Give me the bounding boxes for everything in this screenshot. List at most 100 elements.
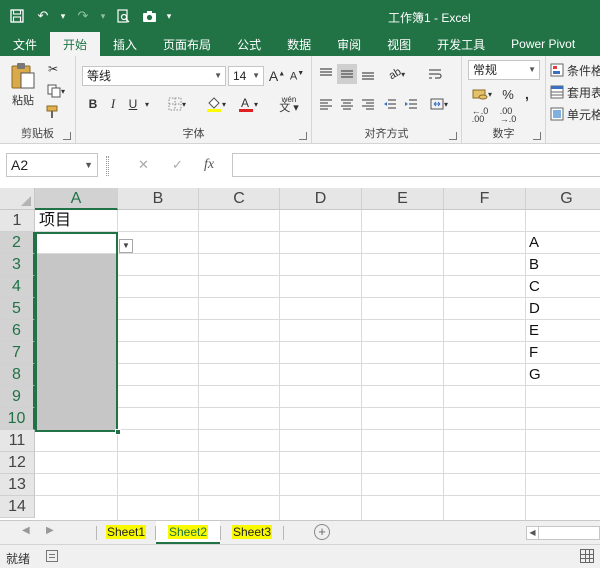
redo-dropdown-icon[interactable]: ▾ bbox=[98, 6, 108, 26]
cell-g5[interactable]: D bbox=[526, 298, 540, 320]
cell-a1[interactable]: 项目 bbox=[36, 210, 71, 232]
row-header-3[interactable]: 3 bbox=[0, 254, 35, 276]
row-header-6[interactable]: 6 bbox=[0, 320, 35, 342]
row-header-14[interactable]: 14 bbox=[0, 496, 35, 518]
decrease-decimal-button[interactable]: .00 →.0 bbox=[496, 106, 520, 124]
row-header-2[interactable]: 2 bbox=[0, 232, 35, 254]
validation-dropdown-button[interactable]: ▼ bbox=[119, 239, 133, 253]
align-top-button[interactable] bbox=[316, 64, 336, 84]
sheet-tab-sheet2[interactable]: Sheet2 bbox=[156, 521, 220, 544]
decrease-font-button[interactable]: A▼ bbox=[288, 66, 306, 86]
copy-button[interactable]: ▾ bbox=[44, 82, 68, 100]
tab-developer[interactable]: 开发工具 bbox=[424, 32, 498, 56]
conditional-formatting-button[interactable]: 条件格 bbox=[550, 60, 600, 80]
column-header-a[interactable]: A bbox=[35, 188, 118, 210]
align-middle-button[interactable] bbox=[337, 64, 357, 84]
tab-home[interactable]: 开始 bbox=[50, 32, 101, 56]
normal-view-icon[interactable] bbox=[580, 549, 594, 563]
fill-color-button[interactable]: ▾ bbox=[202, 94, 230, 114]
comma-button[interactable]: , bbox=[520, 84, 534, 104]
redo-icon[interactable]: ↷ bbox=[72, 6, 94, 26]
add-sheet-icon[interactable]: + bbox=[314, 524, 330, 540]
format-painter-button[interactable] bbox=[44, 103, 62, 121]
cancel-icon[interactable]: ✕ bbox=[138, 157, 149, 173]
font-size-combo[interactable]: 14 ▼ bbox=[228, 66, 264, 86]
cell-g8[interactable]: G bbox=[526, 364, 541, 386]
percent-button[interactable]: % bbox=[500, 84, 516, 104]
align-right-button[interactable] bbox=[358, 94, 378, 114]
horizontal-scrollbar[interactable]: ◀ bbox=[526, 526, 600, 540]
column-header-e[interactable]: E bbox=[362, 188, 444, 210]
save-icon[interactable] bbox=[6, 6, 28, 26]
column-header-f[interactable]: F bbox=[444, 188, 526, 210]
formula-input[interactable] bbox=[232, 153, 600, 177]
alignment-launcher-icon[interactable] bbox=[449, 132, 457, 140]
tab-page-layout[interactable]: 页面布局 bbox=[150, 32, 224, 56]
clipboard-launcher-icon[interactable] bbox=[63, 132, 71, 140]
font-color-button[interactable]: A ▾ bbox=[234, 94, 262, 114]
worksheet-grid[interactable]: A B C D E F G 1 2 3 4 5 6 7 8 9 10 11 12… bbox=[0, 188, 600, 520]
font-name-combo[interactable]: 等线 ▼ bbox=[82, 66, 226, 86]
borders-button[interactable]: ▾ bbox=[164, 94, 190, 114]
font-launcher-icon[interactable] bbox=[299, 132, 307, 140]
number-launcher-icon[interactable] bbox=[533, 132, 541, 140]
row-header-12[interactable]: 12 bbox=[0, 452, 35, 474]
number-format-combo[interactable]: 常规 ▼ bbox=[468, 60, 540, 80]
cell-g4[interactable]: C bbox=[526, 276, 540, 298]
column-header-b[interactable]: B bbox=[118, 188, 199, 210]
underline-dropdown-icon[interactable]: ▾ bbox=[142, 94, 152, 114]
tab-insert[interactable]: 插入 bbox=[100, 32, 150, 56]
orientation-button[interactable]: ab ▾ bbox=[382, 64, 412, 84]
align-left-button[interactable] bbox=[316, 94, 336, 114]
cell-g3[interactable]: B bbox=[526, 254, 539, 276]
bold-button[interactable]: B bbox=[84, 94, 102, 114]
cell-styles-button[interactable]: 单元格 bbox=[550, 104, 600, 124]
row-header-13[interactable]: 13 bbox=[0, 474, 35, 496]
cut-button[interactable]: ✂ bbox=[44, 60, 62, 78]
scroll-sheets-right-icon[interactable]: ▶ bbox=[46, 525, 54, 536]
row-header-4[interactable]: 4 bbox=[0, 276, 35, 298]
sheet-tab-sheet1[interactable]: Sheet1 bbox=[97, 521, 155, 544]
increase-decimal-button[interactable]: ←.0.00 bbox=[468, 106, 492, 124]
tab-review[interactable]: 审阅 bbox=[324, 32, 374, 56]
customize-qat-icon[interactable]: ▾ bbox=[164, 6, 174, 26]
cell-g7[interactable]: F bbox=[526, 342, 538, 364]
increase-indent-button[interactable] bbox=[401, 94, 421, 114]
row-header-5[interactable]: 5 bbox=[0, 298, 35, 320]
merge-center-button[interactable]: ▾ bbox=[424, 94, 454, 114]
cell-g6[interactable]: E bbox=[526, 320, 539, 342]
currency-button[interactable]: ▾ bbox=[468, 84, 496, 104]
column-header-g[interactable]: G bbox=[526, 188, 600, 210]
undo-icon[interactable]: ↶ bbox=[32, 6, 54, 26]
camera-icon[interactable] bbox=[138, 6, 160, 26]
tab-data[interactable]: 数据 bbox=[274, 32, 324, 56]
scroll-sheets-left-icon[interactable]: ◀ bbox=[22, 525, 30, 536]
macro-record-icon[interactable] bbox=[46, 550, 58, 562]
row-header-1[interactable]: 1 bbox=[0, 210, 35, 232]
column-header-d[interactable]: D bbox=[280, 188, 362, 210]
increase-font-button[interactable]: A▲ bbox=[268, 66, 286, 86]
row-header-7[interactable]: 7 bbox=[0, 342, 35, 364]
row-header-9[interactable]: 9 bbox=[0, 386, 35, 408]
tab-view[interactable]: 视图 bbox=[374, 32, 424, 56]
row-header-8[interactable]: 8 bbox=[0, 364, 35, 386]
align-center-button[interactable] bbox=[337, 94, 357, 114]
formula-bar-splitter[interactable] bbox=[106, 156, 109, 176]
decrease-indent-button[interactable] bbox=[380, 94, 400, 114]
select-all-button[interactable] bbox=[0, 188, 35, 210]
print-preview-icon[interactable] bbox=[112, 6, 134, 26]
undo-dropdown-icon[interactable]: ▾ bbox=[58, 6, 68, 26]
scroll-left-icon[interactable]: ◀ bbox=[527, 527, 539, 539]
name-box[interactable]: A2 ▼ bbox=[6, 153, 98, 177]
italic-button[interactable]: I bbox=[104, 94, 122, 114]
fill-handle[interactable] bbox=[115, 429, 121, 435]
align-bottom-button[interactable] bbox=[358, 64, 378, 84]
cell-g2[interactable]: A bbox=[526, 232, 539, 254]
paste-button[interactable]: 粘贴 bbox=[6, 60, 40, 110]
insert-function-button[interactable]: fx bbox=[204, 157, 214, 173]
sheet-tab-sheet3[interactable]: Sheet3 bbox=[221, 521, 283, 544]
enter-icon[interactable]: ✓ bbox=[172, 157, 183, 173]
row-header-11[interactable]: 11 bbox=[0, 430, 35, 452]
row-header-10[interactable]: 10 bbox=[0, 408, 35, 430]
tab-power-pivot[interactable]: Power Pivot bbox=[498, 32, 588, 56]
